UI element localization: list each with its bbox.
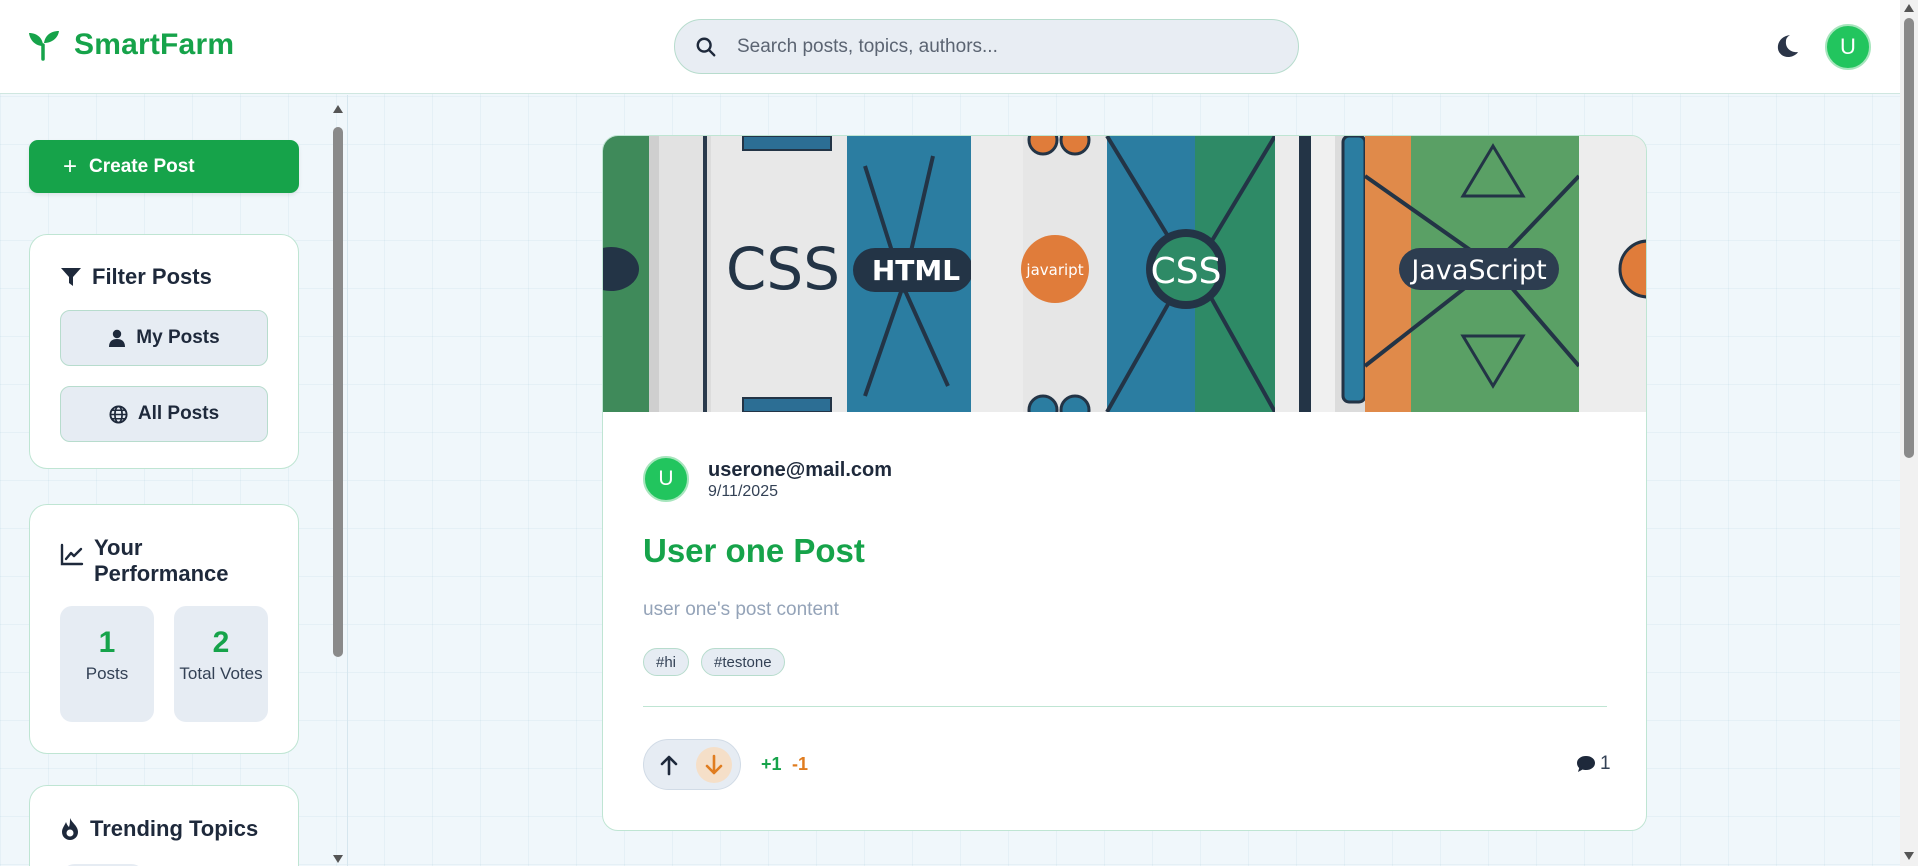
filter-icon (61, 268, 81, 286)
posts-count: 1 (98, 626, 116, 659)
votes-count: 2 (212, 626, 230, 659)
banner-css-text: CSS (726, 235, 840, 303)
my-posts-label: My Posts (136, 327, 220, 348)
search-input[interactable] (737, 35, 1277, 58)
filter-posts-card: Filter Posts My Posts All Posts (29, 234, 299, 469)
posts-stat: 1 Posts (60, 606, 154, 722)
trending-heading: Trending Topics (60, 816, 258, 842)
create-post-label: Create Post (89, 155, 195, 177)
banner-javascript-text: JavaScript (1409, 255, 1546, 286)
author-avatar[interactable]: U (643, 456, 689, 502)
plus-icon: + (63, 152, 78, 180)
performance-heading: Your Performance (60, 535, 244, 587)
user-icon (109, 329, 126, 347)
arrow-up-icon (660, 755, 678, 776)
banner-css-badge: CSS (1151, 251, 1222, 292)
moon-icon[interactable] (1772, 32, 1800, 60)
arrow-down-icon (705, 754, 723, 775)
author-email[interactable]: userone@mail.com (708, 459, 892, 482)
post-divider (643, 706, 1607, 707)
banner-javascript-badge: javaript (1025, 261, 1083, 279)
post-card[interactable]: CSS HTML javaript CSS JavaScript U usero… (602, 135, 1647, 831)
votes-stat: 2 Total Votes (174, 606, 268, 722)
create-post-button[interactable]: + Create Post (29, 140, 299, 193)
top-header: SmartFarm U (0, 0, 1900, 94)
performance-card: Your Performance 1 Posts 2 Total Votes (29, 504, 299, 754)
tag-hi[interactable]: #hi (643, 648, 690, 676)
chart-line-icon (60, 543, 84, 566)
sidebar-scroll-up-arrow[interactable] (333, 105, 343, 113)
all-posts-button[interactable]: All Posts (60, 386, 268, 442)
flame-icon (62, 818, 78, 840)
filter-posts-title: Filter Posts (92, 264, 212, 289)
sidebar-scrollbar-thumb[interactable] (333, 127, 343, 657)
upvote-button[interactable] (652, 748, 686, 782)
search-icon (696, 37, 716, 56)
sprout-icon (29, 31, 59, 61)
trending-title: Trending Topics (90, 816, 259, 841)
search-bar[interactable] (674, 19, 1299, 74)
tag-testone[interactable]: #testone (701, 648, 785, 676)
sidebar: + Create Post Filter Posts My Posts All … (0, 95, 348, 866)
performance-title: Your Performance (94, 535, 229, 586)
user-avatar[interactable]: U (1825, 24, 1871, 70)
comment-icon (1577, 756, 1595, 772)
scrollbar-thumb[interactable] (1904, 18, 1914, 458)
scroll-up-arrow[interactable] (1904, 4, 1914, 12)
votes-stat-label: Total Votes (179, 664, 263, 683)
brand-name: SmartFarm (74, 28, 235, 61)
page-scrollbar[interactable] (1900, 0, 1918, 866)
sidebar-scroll-down-arrow[interactable] (333, 855, 343, 863)
brand-logo[interactable]: SmartFarm (28, 28, 234, 62)
post-content: user one's post content (643, 599, 839, 620)
post-banner-image: CSS HTML javaript CSS JavaScript (603, 136, 1646, 412)
filter-posts-heading: Filter Posts (60, 264, 212, 290)
sidebar-scrollbar[interactable] (330, 99, 346, 866)
upvote-count: +1 (761, 754, 782, 774)
all-posts-label: All Posts (137, 403, 220, 424)
banner-html-text: HTML (872, 254, 960, 287)
downvote-count: -1 (792, 754, 809, 774)
post-date: 9/11/2025 (708, 483, 778, 500)
scroll-down-arrow[interactable] (1904, 852, 1914, 860)
downvote-button[interactable] (696, 747, 732, 783)
vote-controls (643, 739, 741, 790)
comments-button[interactable]: 1 (1576, 753, 1611, 775)
globe-icon (109, 404, 128, 424)
my-posts-button[interactable]: My Posts (60, 310, 268, 366)
comment-count: 1 (1600, 753, 1611, 774)
posts-stat-label: Posts (85, 664, 129, 683)
trending-topics-card: Trending Topics (29, 785, 299, 866)
post-title[interactable]: User one Post (643, 532, 865, 570)
